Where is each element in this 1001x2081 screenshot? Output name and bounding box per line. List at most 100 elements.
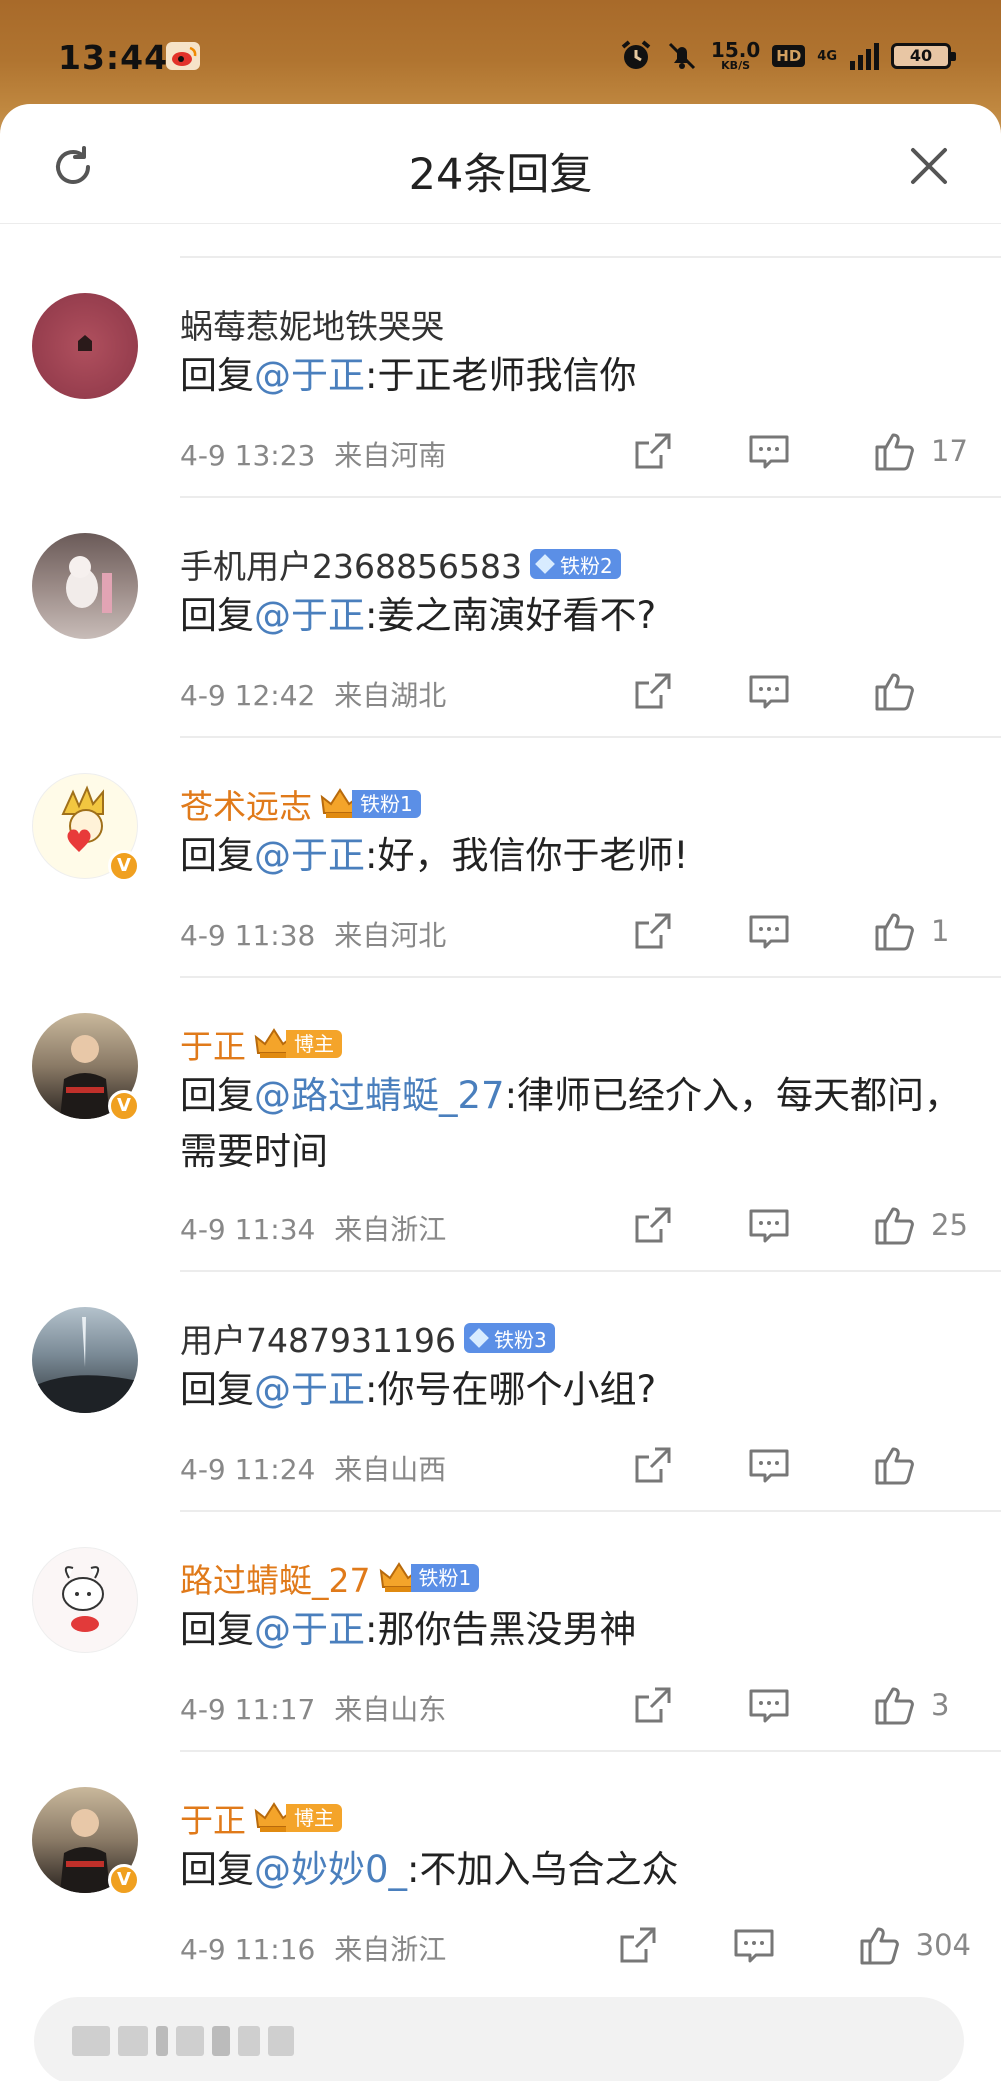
list-item: V 苍术远志 铁粉1 回复@于正:好，我信你于老师! 4-9 11:38 来自河…	[0, 738, 1001, 978]
timestamp: 4-9 11:24	[180, 1453, 316, 1486]
mute-icon	[668, 42, 695, 70]
avatar[interactable]	[32, 1547, 138, 1653]
reply-meta: 4-9 12:42 来自湖北	[180, 674, 446, 714]
action-bar: 304	[616, 1920, 971, 1970]
mention-link[interactable]: @路过蜻蜓_27	[254, 1074, 505, 1117]
action-bar: 1	[631, 906, 971, 956]
thumbs-up-icon	[875, 673, 914, 711]
alarm-icon	[621, 40, 651, 69]
weibo-notification-icon	[166, 42, 200, 70]
username[interactable]: 于正	[180, 1794, 246, 1842]
mention-link[interactable]: @于正	[254, 594, 365, 637]
host-badge: 博主	[254, 1027, 342, 1061]
avatar[interactable]	[32, 533, 138, 639]
comment-icon[interactable]	[747, 1443, 791, 1487]
fan-badge-label: 铁粉2	[559, 553, 613, 578]
like-count: 3	[931, 1688, 950, 1722]
username[interactable]: 用户7487931196	[180, 1314, 456, 1362]
username[interactable]: 手机用户2368856583	[180, 540, 522, 588]
share-icon[interactable]	[631, 669, 675, 713]
name-row: 用户7487931196 铁粉3	[180, 1314, 555, 1362]
like-count: 17	[931, 434, 968, 468]
avatar-image	[62, 1566, 104, 1632]
list-item: 蜗莓惹妮地铁哭哭 回复@于正:于正老师我信你 4-9 13:23 来自河南 17	[0, 258, 1001, 498]
avatar-image	[32, 1317, 138, 1413]
comment-icon[interactable]	[747, 1203, 791, 1247]
name-row: 路过蜻蜓_27 铁粉1	[180, 1554, 480, 1602]
network-speed: 15.0 KB/S	[711, 40, 760, 72]
reply-body: :不加入乌合之众	[407, 1848, 679, 1891]
mention-link[interactable]: @于正	[254, 354, 365, 397]
location: 来自山东	[334, 1693, 447, 1726]
reply-prefix: 回复	[180, 1368, 254, 1411]
battery-indicator: 40	[891, 43, 956, 69]
reply-prefix: 回复	[180, 354, 254, 397]
like-button[interactable]: 25	[873, 1203, 971, 1247]
share-icon[interactable]	[631, 429, 675, 473]
reply-text: 回复@于正:好，我信你于老师!	[180, 828, 970, 884]
fan-badge-label: 铁粉1	[352, 790, 421, 818]
close-icon[interactable]	[905, 142, 953, 190]
host-badge-label: 博主	[286, 1030, 342, 1058]
comment-icon[interactable]	[747, 909, 791, 953]
share-icon[interactable]	[616, 1923, 660, 1967]
fan-badge-label: 铁粉1	[410, 1564, 480, 1592]
mention-link[interactable]: @于正	[254, 1368, 365, 1411]
like-button[interactable]: 1	[873, 909, 971, 953]
reply-text: 回复@路过蜻蜓_27:律师已经介入，每天都问，需要时间	[180, 1068, 970, 1180]
status-time: 13:44	[58, 38, 169, 77]
username[interactable]: 苍术远志	[180, 780, 312, 828]
action-bar	[631, 1440, 971, 1490]
location: 来自浙江	[334, 1933, 447, 1966]
reply-meta: 4-9 13:23 来自河南	[180, 434, 446, 474]
name-row: 于正 博主	[180, 1020, 342, 1068]
comment-icon[interactable]	[747, 429, 791, 473]
action-bar: 3	[631, 1680, 971, 1730]
share-icon[interactable]	[631, 1683, 675, 1727]
like-button[interactable]	[873, 1443, 971, 1487]
reply-prefix: 回复	[180, 1608, 254, 1651]
avatar[interactable]	[32, 293, 138, 399]
timestamp: 4-9 11:38	[180, 919, 316, 952]
mention-link[interactable]: @妙妙0_	[254, 1848, 407, 1891]
reply-prefix: 回复	[180, 834, 254, 877]
like-count: 304	[915, 1928, 971, 1962]
reply-text: 回复@于正:那你告黑没男神	[180, 1602, 970, 1658]
username[interactable]: 蜗莓惹妮地铁哭哭	[180, 300, 444, 348]
reply-body: :于正老师我信你	[365, 354, 637, 397]
avatar-image	[66, 556, 112, 613]
speed-value: 15.0	[710, 38, 761, 62]
like-button[interactable]: 3	[873, 1683, 971, 1727]
mention-link[interactable]: @于正	[254, 834, 365, 877]
comment-icon[interactable]	[747, 669, 791, 713]
mention-link[interactable]: @于正	[254, 1608, 365, 1651]
list-item: 手机用户2368856583 铁粉2 回复@于正:姜之南演好看不? 4-9 12…	[0, 498, 1001, 738]
thumbs-up-icon	[875, 433, 914, 471]
name-row: 蜗莓惹妮地铁哭哭	[180, 300, 444, 348]
fan-badge: 铁粉1	[320, 787, 421, 821]
like-button[interactable]: 17	[873, 429, 971, 473]
thumbs-up-icon	[875, 1687, 914, 1725]
comment-icon[interactable]	[732, 1923, 776, 1967]
share-icon[interactable]	[631, 909, 675, 953]
avatar[interactable]	[32, 1307, 138, 1413]
reply-meta: 4-9 11:38 来自河北	[180, 914, 446, 954]
hd-badge: HD	[772, 45, 806, 67]
action-bar: 25	[631, 1200, 971, 1250]
share-icon[interactable]	[631, 1203, 675, 1247]
action-bar	[631, 666, 971, 716]
thumbs-up-icon	[875, 1207, 914, 1245]
username[interactable]: 于正	[180, 1020, 246, 1068]
username[interactable]: 路过蜻蜓_27	[180, 1554, 371, 1602]
like-button[interactable]	[873, 669, 971, 713]
share-icon[interactable]	[631, 1443, 675, 1487]
reply-meta: 4-9 11:34 来自浙江	[180, 1208, 446, 1248]
list-item: 路过蜻蜓_27 铁粉1 回复@于正:那你告黑没男神 4-9 11:17 来自山东…	[0, 1512, 1001, 1752]
timestamp: 4-9 11:16	[180, 1933, 316, 1966]
like-button[interactable]: 304	[858, 1923, 971, 1967]
timestamp: 4-9 11:34	[180, 1213, 316, 1246]
reply-input[interactable]	[34, 1997, 964, 2081]
comment-icon[interactable]	[747, 1683, 791, 1727]
host-badge: 博主	[254, 1801, 342, 1835]
fan-badge-label: 铁粉3	[493, 1327, 547, 1352]
